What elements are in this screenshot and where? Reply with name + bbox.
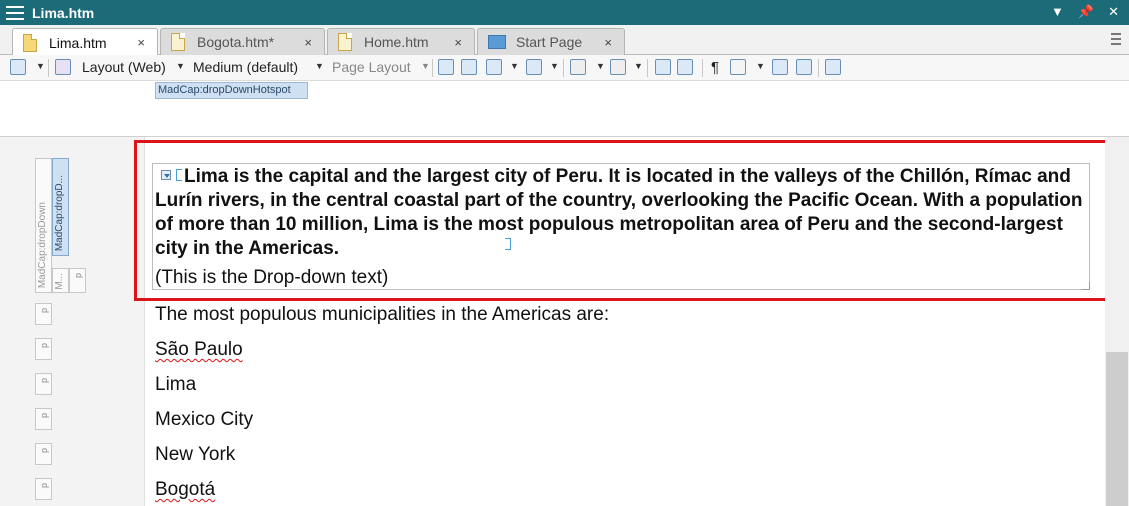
page-layout-button[interactable]: Page Layout — [332, 59, 411, 75]
list-item[interactable]: New York — [155, 444, 235, 466]
list-item[interactable]: Lima — [155, 374, 196, 396]
close-tab-icon[interactable]: × — [137, 35, 145, 50]
image-icon[interactable] — [486, 59, 502, 75]
tab-bogota[interactable]: Bogota.htm* × — [160, 28, 325, 55]
start-page-icon — [488, 35, 506, 49]
chevron-down-icon[interactable]: ▼ — [36, 61, 45, 71]
close-tab-icon[interactable]: × — [304, 35, 312, 50]
show-tags-icon[interactable] — [655, 59, 671, 75]
list-item[interactable]: Bogotá — [155, 479, 215, 501]
p-tag-label: p — [39, 308, 49, 314]
p-structure-bar[interactable]: p — [69, 268, 86, 293]
zoom-icon[interactable] — [10, 59, 26, 75]
editor-divider — [0, 136, 1129, 137]
eye-icon[interactable] — [730, 59, 746, 75]
city-label: São Paulo — [155, 339, 243, 360]
dropdown-head-tag-label: MadCap:dropD... — [54, 174, 65, 251]
scrollbar-thumb[interactable] — [1106, 352, 1128, 506]
chevron-down-icon[interactable]: ▼ — [510, 61, 519, 71]
title-bar: Lima.htm ▼ 📌 ✕ — [0, 0, 1129, 25]
text-format-icon[interactable] — [610, 59, 626, 75]
p-structure-bar[interactable]: p — [35, 408, 52, 430]
medium-default-button[interactable]: Medium (default) — [193, 59, 298, 75]
show-blocks-icon[interactable] — [677, 59, 693, 75]
pin-icon[interactable]: 📌 — [1078, 4, 1094, 20]
city-label: Mexico City — [155, 409, 254, 430]
toolbar-separator — [818, 59, 819, 77]
p-tag-label: p — [39, 413, 49, 419]
dropdown-hotspot-text[interactable]: Lima is the capital and the largest city… — [155, 165, 1085, 261]
toolbar-separator — [563, 59, 564, 77]
toolbar-separator — [432, 59, 433, 77]
city-label: New York — [155, 444, 236, 465]
toolbar-separator — [702, 59, 703, 77]
hotspot-tag-label[interactable]: MadCap:dropDownHotspot — [155, 82, 308, 99]
tab-lima[interactable]: Lima.htm × — [12, 28, 158, 56]
p-tag-label: p — [39, 483, 49, 489]
chevron-down-icon[interactable]: ▼ — [634, 61, 643, 71]
document-icon — [171, 33, 185, 51]
dropdown-arrow-icon[interactable]: ▼ — [1051, 4, 1064, 20]
m-tag-label: M... — [54, 273, 65, 290]
city-label: Lima — [155, 374, 197, 395]
chevron-down-icon[interactable]: ▼ — [176, 61, 185, 71]
chevron-down-icon[interactable]: ▼ — [315, 61, 324, 71]
dropdown-tag-label: MadCap:dropDown — [37, 201, 48, 288]
print-icon[interactable] — [461, 59, 477, 75]
hamburger-menu-icon[interactable] — [6, 5, 24, 20]
p-tag-label: p — [73, 273, 83, 279]
document-icon — [338, 33, 352, 51]
tab-strip: Lima.htm × Bogota.htm* × Home.htm × Star… — [0, 25, 1129, 56]
layout-icon[interactable] — [55, 59, 71, 75]
dropdown-head-structure-bar[interactable]: MadCap:dropD... — [52, 158, 69, 256]
dropdown-structure-bar[interactable]: MadCap:dropDown — [35, 158, 52, 293]
variable-icon[interactable] — [570, 59, 586, 75]
import-icon[interactable] — [825, 59, 841, 75]
structure-bar — [0, 137, 145, 506]
tab-label: Bogota.htm* — [197, 34, 275, 50]
toolbar-separator — [48, 59, 49, 77]
p-structure-bar[interactable]: p — [35, 478, 52, 500]
list-item[interactable]: Mexico City — [155, 409, 253, 431]
tab-home[interactable]: Home.htm × — [327, 28, 475, 55]
conditions-icon[interactable] — [526, 59, 542, 75]
vertical-scrollbar[interactable] — [1105, 137, 1129, 506]
tab-label: Lima.htm — [49, 34, 107, 51]
p-tag-label: p — [39, 378, 49, 384]
p-structure-bar[interactable]: p — [35, 373, 52, 395]
tab-label: Home.htm — [364, 34, 429, 50]
p-structure-bar[interactable]: p — [35, 338, 52, 360]
list-item[interactable]: São Paulo — [155, 339, 243, 361]
chevron-down-icon[interactable]: ▼ — [756, 61, 765, 71]
toolbar-separator — [647, 59, 648, 77]
city-label: Bogotá — [155, 479, 216, 500]
window-icon[interactable] — [796, 59, 812, 75]
p-structure-bar[interactable]: p — [35, 303, 52, 325]
m-structure-bar[interactable]: M... — [52, 268, 69, 293]
pilcrow-icon[interactable]: ¶ — [711, 59, 719, 76]
close-window-icon[interactable]: ✕ — [1108, 4, 1119, 20]
document-icon — [23, 33, 37, 52]
close-tab-icon[interactable]: × — [454, 35, 462, 50]
chevron-down-icon[interactable]: ▼ — [596, 61, 605, 71]
tab-list-icon[interactable] — [1108, 28, 1124, 50]
preview-icon[interactable] — [438, 59, 454, 75]
close-tab-icon[interactable]: × — [604, 35, 612, 50]
copy-icon[interactable] — [772, 59, 788, 75]
chevron-down-icon[interactable]: ▼ — [550, 61, 559, 71]
editor-toolbar: ▼ Layout (Web) ▼ Medium (default) ▼ Page… — [0, 55, 1129, 81]
p-structure-bar[interactable]: p — [35, 443, 52, 465]
tab-label: Start Page — [516, 34, 583, 50]
hotspot-end-marker — [505, 238, 511, 250]
p-tag-label: p — [39, 343, 49, 349]
tab-start-page[interactable]: Start Page × — [477, 28, 625, 55]
intro-paragraph[interactable]: The most populous municipalities in the … — [155, 304, 609, 326]
p-tag-label: p — [39, 448, 49, 454]
chevron-down-icon[interactable]: ▼ — [421, 61, 430, 71]
window-title: Lima.htm — [32, 4, 95, 21]
layout-web-button[interactable]: Layout (Web) — [82, 59, 166, 75]
dropdown-body-text[interactable]: (This is the Drop-down text) — [155, 267, 388, 289]
